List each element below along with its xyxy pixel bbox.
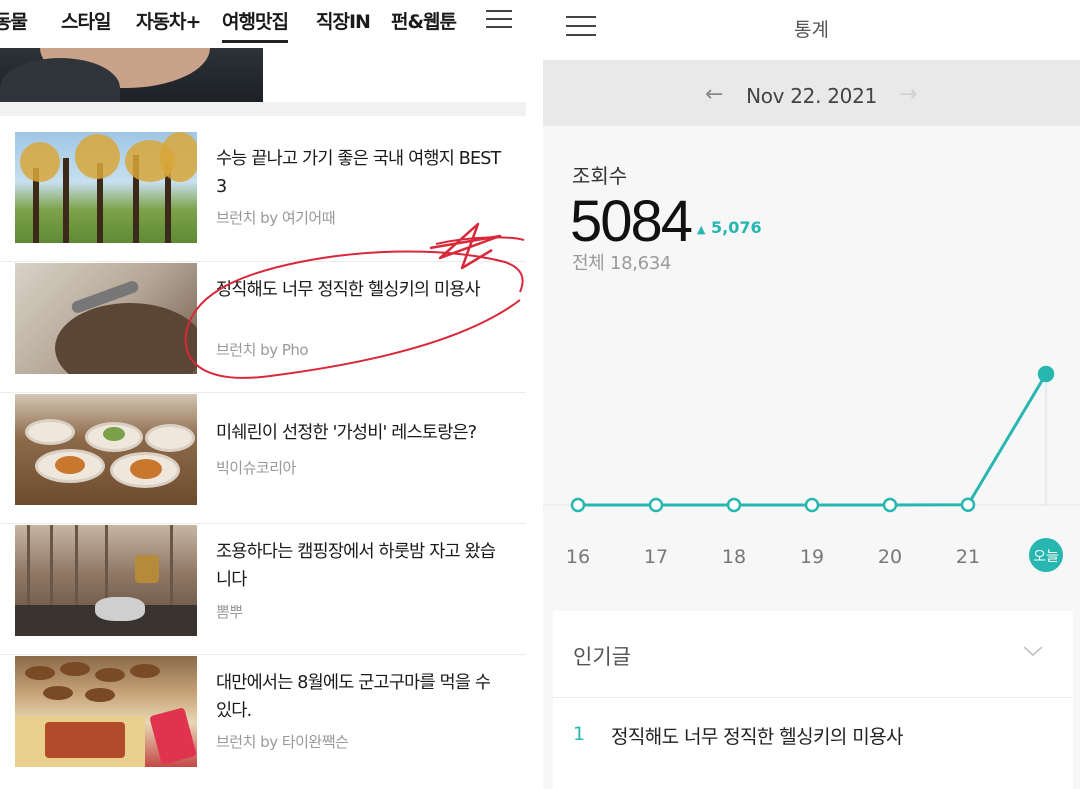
article-title[interactable]: 수능 끝나고 가기 좋은 국내 여행지 BEST 3 bbox=[216, 145, 506, 201]
chart-x-tick-label: 17 bbox=[644, 546, 668, 568]
chart-point bbox=[804, 497, 820, 513]
current-date: Nov 22. 2021 bbox=[746, 84, 877, 108]
section-divider bbox=[0, 102, 526, 116]
date-navigator: ← Nov 22. 2021 → bbox=[543, 60, 1080, 126]
popular-posts-card: 인기글 1 정직해도 너무 정직한 헬싱키의 미용사 bbox=[553, 611, 1073, 789]
chart-x-tick-label: 오늘 bbox=[1033, 549, 1059, 565]
article-title[interactable]: 미쉐린이 선정한 '가성비' 레스토랑은? bbox=[216, 419, 506, 447]
tab-animals[interactable]: 동물 bbox=[0, 7, 28, 34]
article-feed-panel: 동물 스타일 자동차+ 여행맛집 직장IN 펀&웹툰 수능 끝나고 가기 좋은 … bbox=[0, 0, 526, 789]
up-triangle-icon: ▲ bbox=[697, 223, 706, 236]
chart-point bbox=[960, 497, 976, 513]
article-source: 뽐뿌 bbox=[216, 603, 243, 621]
next-date-arrow-icon[interactable]: → bbox=[899, 82, 917, 107]
chart-x-tick-label: 16 bbox=[566, 546, 590, 568]
chart-series-line bbox=[578, 373, 1048, 507]
popular-posts-label: 인기글 bbox=[573, 645, 631, 669]
views-total: 전체 18,634 bbox=[572, 253, 672, 274]
page-title: 통계 bbox=[794, 19, 829, 41]
article-title[interactable]: 대만에서는 8월에도 군고구마를 먹을 수 있다. bbox=[216, 669, 506, 725]
article-item[interactable]: 수능 끝나고 가기 좋은 국내 여행지 BEST 3 브런치 by 여기어때 bbox=[0, 131, 526, 262]
menu-icon[interactable] bbox=[486, 10, 512, 28]
article-item[interactable]: 대만에서는 8월에도 군고구마를 먹을 수 있다. 브런치 by 타이완짹슨 bbox=[0, 655, 526, 786]
article-source: 브런치 by Pho bbox=[216, 341, 309, 359]
chart-point bbox=[726, 497, 742, 513]
hero-banner[interactable] bbox=[0, 48, 526, 102]
category-tab-bar: 동물 스타일 자동차+ 여행맛집 직장IN 펀&웹툰 bbox=[0, 0, 526, 48]
article-source: 빅이슈코리아 bbox=[216, 459, 296, 477]
article-item[interactable]: 조용하다는 캠핑장에서 하룻밤 자고 왔습니다 뽐뿌 bbox=[0, 524, 526, 655]
chart-x-tick-label: 20 bbox=[878, 546, 902, 568]
chart-x-tick-label: 19 bbox=[800, 546, 824, 568]
hero-image bbox=[0, 48, 263, 102]
views-delta: ▲ 5,076 bbox=[697, 218, 762, 237]
views-today-count: 5084 bbox=[570, 189, 693, 254]
article-thumbnail bbox=[15, 656, 197, 767]
chart-point bbox=[648, 497, 664, 513]
views-label: 조회수 bbox=[572, 164, 628, 188]
article-item[interactable]: 미쉐린이 선정한 '가성비' 레스토랑은? 빅이슈코리아 bbox=[0, 393, 526, 524]
views-line-chart: 16 17 18 19 20 21 오늘 bbox=[543, 365, 1080, 572]
chart-point bbox=[1037, 365, 1055, 383]
chevron-down-icon[interactable] bbox=[1023, 641, 1043, 661]
article-source: 브런치 by 여기어때 bbox=[216, 209, 336, 227]
article-thumbnail bbox=[15, 394, 197, 505]
stats-header: 통계 bbox=[543, 0, 1080, 60]
divider bbox=[553, 697, 1073, 698]
chart-point bbox=[570, 497, 586, 513]
popular-rank: 1 bbox=[573, 723, 586, 745]
tab-work[interactable]: 직장IN bbox=[316, 7, 371, 34]
chart-x-tick-label: 21 bbox=[956, 546, 980, 568]
article-thumbnail bbox=[15, 525, 197, 636]
chart-point bbox=[882, 497, 898, 513]
chart-x-tick-label: 18 bbox=[722, 546, 746, 568]
article-source: 브런치 by 타이완짹슨 bbox=[216, 733, 349, 751]
views-delta-value: 5,076 bbox=[711, 218, 762, 237]
article-item[interactable]: 정직해도 너무 정직한 헬싱키의 미용사 브런치 by Pho bbox=[0, 262, 526, 393]
article-thumbnail bbox=[15, 132, 197, 243]
article-title[interactable]: 조용하다는 캠핑장에서 하룻밤 자고 왔습니다 bbox=[216, 538, 506, 594]
tab-travel-food[interactable]: 여행맛집 bbox=[222, 7, 289, 43]
tab-cars[interactable]: 자동차+ bbox=[136, 7, 201, 34]
tab-fun-webtoon[interactable]: 펀&웹툰 bbox=[391, 7, 457, 34]
article-title[interactable]: 정직해도 너무 정직한 헬싱키의 미용사 bbox=[216, 276, 506, 304]
tab-style[interactable]: 스타일 bbox=[61, 7, 111, 34]
panel-divider bbox=[526, 0, 543, 789]
article-thumbnail bbox=[15, 263, 197, 374]
statistics-panel: 통계 ← Nov 22. 2021 → 조회수 5084 ▲ 5,076 전체 … bbox=[543, 0, 1080, 789]
popular-post-title[interactable]: 정직해도 너무 정직한 헬싱키의 미용사 bbox=[611, 722, 903, 749]
